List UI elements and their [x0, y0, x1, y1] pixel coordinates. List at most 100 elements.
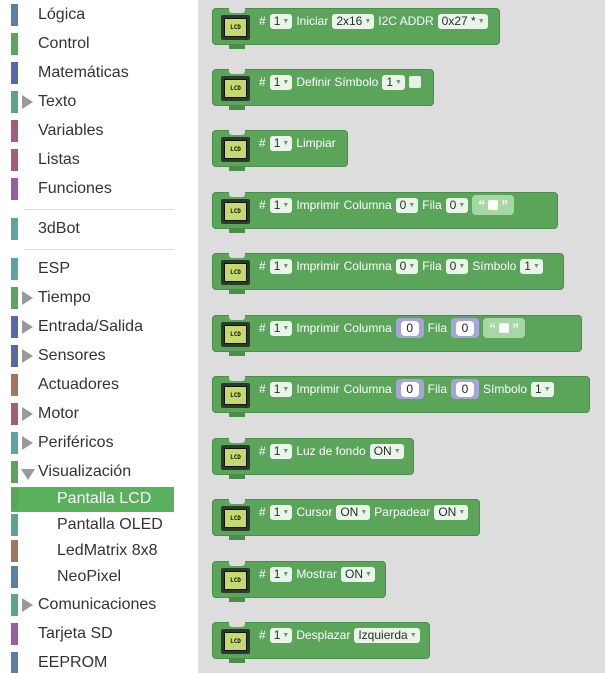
hash-label: #	[259, 198, 266, 212]
lcd-icon: LCD	[221, 76, 250, 101]
toolbox-category[interactable]: Entrada/Salida	[0, 314, 198, 342]
text-field[interactable]	[499, 323, 510, 333]
category-color-bar	[11, 594, 18, 616]
row-label: Fila	[427, 382, 448, 396]
toolbox-category[interactable]: Comunicaciones	[0, 592, 198, 620]
category-color-bar	[11, 514, 18, 536]
hash-label: #	[259, 444, 266, 458]
lcd-number-dropdown[interactable]: 1 ▼	[269, 443, 293, 459]
toolbox-category[interactable]: Motor	[0, 401, 198, 429]
lcd-print-text-block[interactable]: LCD # 1 ▼ Imprimir Columna 0 ▼ Fila 0 ▼ “”	[212, 192, 558, 233]
toolbox-category[interactable]: ESP	[0, 256, 198, 284]
column-dropdown[interactable]: 0 ▼	[395, 258, 419, 274]
toolbox-category[interactable]: Texto	[0, 89, 198, 117]
toolbox-category[interactable]: 3dBot	[0, 216, 198, 244]
column-dropdown[interactable]: 0 ▼	[395, 197, 419, 213]
lcd-size-dropdown[interactable]: 2x16 ▼	[332, 13, 375, 29]
block-flyout: LCD # 1 ▼ Iniciar 2x16 ▼ I2C ADDR 0x27 * ▼ …	[198, 0, 605, 673]
symbol-dropdown[interactable]: 1 ▼	[382, 74, 405, 90]
category-label: 3dBot	[38, 220, 80, 237]
toolbox-subcategory[interactable]: NeoPixel	[11, 565, 198, 590]
lcd-display-block[interactable]: LCD # 1 ▼ Mostrar ON ▼	[212, 561, 386, 602]
text-input-block[interactable]: “”	[472, 195, 515, 215]
row-dropdown[interactable]: 0 ▼	[445, 258, 469, 274]
lcd-cursor-block[interactable]: LCD # 1 ▼ Cursor ON ▼ Parpadear ON ▼	[212, 499, 480, 540]
text-field[interactable]	[488, 200, 499, 210]
hash-label: #	[259, 75, 266, 89]
lcd-number-dropdown[interactable]: 1 ▼	[269, 627, 293, 643]
expand-right-icon[interactable]	[22, 598, 33, 612]
i2c-address-dropdown[interactable]: 0x27 * ▼	[437, 13, 488, 29]
column-number-input[interactable]: 0	[395, 318, 424, 338]
lcd-backlight-block[interactable]: LCD # 1 ▼ Luz de fondo ON ▼	[212, 438, 414, 479]
expand-down-icon[interactable]	[21, 469, 35, 480]
row-dropdown[interactable]: 0 ▼	[445, 197, 469, 213]
column-number-input[interactable]: 0	[395, 379, 424, 399]
dropdown-arrow-icon: ▼	[393, 447, 401, 455]
category-label: Motor	[38, 405, 79, 422]
symbol-dropdown[interactable]: 1 ▼	[520, 258, 543, 274]
expand-right-icon[interactable]	[22, 407, 33, 421]
toolbox-category[interactable]: Visualización	[0, 459, 198, 487]
lcd-print-text-numeric-block[interactable]: LCD # 1 ▼ Imprimir Columna 0 Fila 0 “”	[212, 315, 582, 356]
symbol-editor-checkbox[interactable]	[408, 76, 421, 88]
lcd-number-dropdown[interactable]: 1 ▼	[269, 74, 293, 90]
lcd-define-symbol-block[interactable]: LCD # 1 ▼ Definir Símbolo 1 ▼	[212, 69, 434, 110]
toolbox-category[interactable]: Tarjeta SD	[0, 621, 198, 649]
category-label: Lógica	[38, 6, 86, 23]
lcd-number-dropdown[interactable]: 1 ▼	[269, 566, 293, 582]
backlight-dropdown[interactable]: ON ▼	[369, 443, 404, 459]
symbol-label: Símbolo	[483, 382, 528, 396]
toolbox-category[interactable]: Sensores	[0, 343, 198, 371]
lcd-print-symbol-block[interactable]: LCD # 1 ▼ Imprimir Columna 0 ▼ Fila 0 ▼ Sím…	[212, 253, 564, 294]
dropdown-arrow-icon: ▼	[458, 508, 466, 516]
toolbox-category[interactable]: Lógica	[0, 2, 198, 30]
toolbox-subcategory[interactable]: LedMatrix 8x8	[11, 539, 198, 564]
lcd-number-dropdown[interactable]: 1 ▼	[269, 504, 293, 520]
toolbox-category[interactable]: Periféricos	[0, 430, 198, 458]
lcd-number-dropdown[interactable]: 1 ▼	[269, 197, 293, 213]
block-label: Imprimir	[296, 321, 340, 335]
direction-dropdown[interactable]: Izquierda ▼	[354, 627, 420, 643]
expand-right-icon[interactable]	[22, 95, 33, 109]
lcd-init-block[interactable]: LCD # 1 ▼ Iniciar 2x16 ▼ I2C ADDR 0x27 * ▼	[212, 8, 500, 49]
category-color-bar	[11, 149, 18, 171]
toolbox-category[interactable]: Control	[0, 31, 198, 59]
expand-right-icon[interactable]	[22, 320, 33, 334]
category-color-bar	[11, 258, 18, 280]
lcd-number-dropdown[interactable]: 1 ▼	[269, 258, 293, 274]
lcd-number-dropdown[interactable]: 1 ▼	[269, 13, 293, 29]
text-input-block[interactable]: “”	[483, 318, 526, 338]
display-dropdown[interactable]: ON ▼	[340, 566, 375, 582]
symbol-dropdown[interactable]: 1 ▼	[531, 381, 554, 397]
hash-label: #	[259, 14, 266, 28]
lcd-number-dropdown[interactable]: 1 ▼	[269, 381, 293, 397]
category-color-bar	[11, 488, 18, 510]
row-number-input[interactable]: 0	[451, 318, 480, 338]
category-label: Actuadores	[38, 376, 119, 393]
lcd-number-dropdown[interactable]: 1 ▼	[269, 320, 293, 336]
lcd-print-symbol-numeric-block[interactable]: LCD # 1 ▼ Imprimir Columna 0 Fila 0 Símbo…	[212, 376, 590, 417]
toolbox-category[interactable]: EEPROM	[0, 650, 198, 673]
toolbox-category[interactable]: Tiempo	[0, 285, 198, 313]
column-label: Columna	[343, 198, 392, 212]
toolbox-category[interactable]: Listas	[0, 147, 198, 175]
toolbox-category[interactable]: Matemáticas	[0, 60, 198, 88]
expand-right-icon[interactable]	[22, 291, 33, 305]
block-notch	[229, 622, 245, 627]
toolbox-subcategory[interactable]: Pantalla LCD	[11, 487, 174, 512]
row-number-input[interactable]: 0	[451, 379, 480, 399]
toolbox-subcategory[interactable]: Pantalla OLED	[11, 513, 198, 538]
close-quote-icon: ”	[501, 197, 509, 213]
toolbox-category[interactable]: Funciones	[0, 176, 198, 204]
toolbox-category[interactable]: Actuadores	[0, 372, 198, 400]
toolbox-category[interactable]: Variables	[0, 118, 198, 146]
cursor-dropdown[interactable]: ON ▼	[336, 504, 371, 520]
hash-label: #	[259, 321, 266, 335]
lcd-number-dropdown[interactable]: 1 ▼	[269, 135, 293, 151]
lcd-clear-block[interactable]: LCD # 1 ▼ Limpiar	[212, 130, 348, 171]
lcd-scroll-block[interactable]: LCD # 1 ▼ Desplazar Izquierda ▼	[212, 622, 430, 663]
blink-dropdown[interactable]: ON ▼	[434, 504, 469, 520]
expand-right-icon[interactable]	[22, 436, 33, 450]
expand-right-icon[interactable]	[22, 349, 33, 363]
